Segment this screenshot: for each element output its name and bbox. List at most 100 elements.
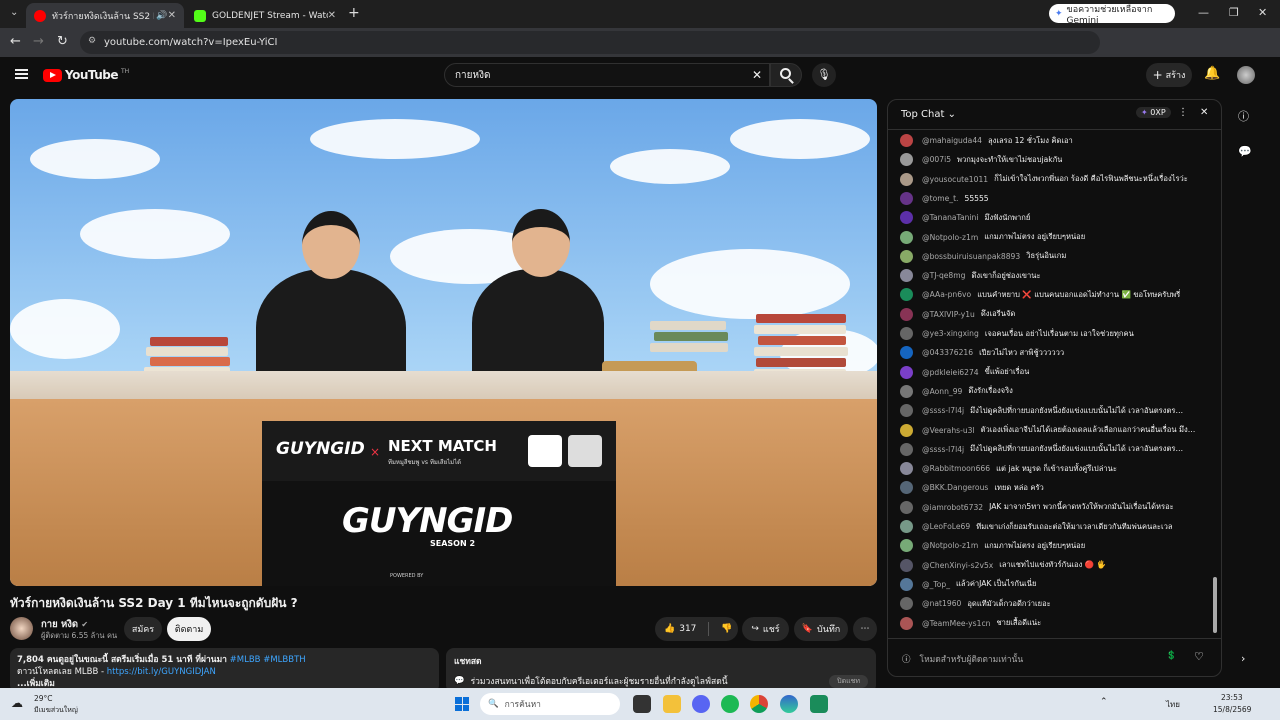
chat-author[interactable]: @ChenXinyi-s2v5x [922,561,993,570]
like-button[interactable]: 👍 317 [664,624,696,634]
chat-avatar[interactable] [900,346,913,360]
side-chat-icon[interactable]: 💬 [1238,145,1252,158]
discord-icon[interactable] [692,695,710,713]
language-indicator[interactable]: ไทย [1166,698,1180,711]
edge-icon[interactable] [780,695,798,713]
chat-author[interactable]: @bossbuiruisuanpak8893 [922,252,1020,261]
chat-avatar[interactable] [900,230,913,244]
chat-avatar[interactable] [900,384,913,398]
chat-avatar[interactable] [900,269,913,283]
notifications-bell-icon[interactable]: 🔔 [1204,66,1220,81]
subscribe-button[interactable]: ติดตาม [167,617,211,641]
chat-author[interactable]: @mahaiguda44 [922,136,982,145]
tab-goldenjet[interactable]: GOLDENJET Stream - Watch Liv ✕ [186,3,344,28]
back-icon[interactable]: ← [10,34,21,49]
chat-avatar[interactable] [900,481,913,495]
close-window-icon[interactable]: ✕ [1258,6,1267,19]
chat-author[interactable]: @Aonn_99 [922,387,962,396]
chat-author[interactable]: @nat1960 [922,599,961,608]
new-tab-button[interactable]: + [348,5,360,21]
chat-avatar[interactable] [900,500,913,514]
chat-author[interactable]: @TananaTanini [922,213,978,222]
chat-avatar[interactable] [900,597,913,611]
maximize-icon[interactable]: ❐ [1229,6,1239,19]
chat-author[interactable]: @pdkleiei6274 [922,368,979,377]
app-icon[interactable] [810,695,828,713]
description-box[interactable]: 7,804 คนดูอยู่ในขณะนี้ สตรีมเริ่มเมื่อ 5… [10,648,439,693]
chat-scrollbar[interactable] [1213,577,1217,633]
chat-avatar[interactable] [900,307,913,321]
chat-author[interactable]: @Notpolo-z1m [922,233,978,242]
start-button[interactable] [455,697,469,711]
description-link[interactable]: https://bit.ly/GUYNGIDJAN [107,667,216,677]
url-bar[interactable]: ⚙ youtube.com/watch?v=IpexEu-YiCI [80,31,1100,54]
chat-avatar[interactable] [900,404,913,418]
search-button[interactable] [770,63,802,87]
chat-avatar[interactable] [900,616,913,630]
search-input[interactable]: กายหงิด ✕ [444,63,770,87]
chat-avatar[interactable] [900,211,913,225]
chat-author[interactable]: @AAa-pn6vo [922,290,971,299]
chat-avatar[interactable] [900,539,913,553]
chat-avatar[interactable] [900,288,913,302]
chrome-icon[interactable] [750,695,768,713]
tray-chevron-icon[interactable]: ⌃ [1100,697,1108,707]
chat-avatar[interactable] [900,462,913,476]
chat-author[interactable]: @ye3-xingxing [922,329,979,338]
more-actions-button[interactable]: ⋯ [853,617,877,641]
chat-author[interactable]: @_Top_ [922,580,950,589]
chat-avatar[interactable] [900,249,913,263]
join-button[interactable]: สมัคร [124,617,162,641]
video-player[interactable]: GUYNGID × NEXT MATCH ทีมหมูสีชมพู vs ทีม… [10,99,877,586]
create-button[interactable]: + สร้าง [1146,63,1192,87]
minimize-icon[interactable]: — [1198,6,1209,19]
youtube-logo[interactable]: YouTube TH [43,68,129,82]
taskbar-search[interactable]: 🔍 การค้นหา [480,693,620,715]
chat-author[interactable]: @tome_t. [922,194,958,203]
reload-icon[interactable]: ↻ [57,34,68,49]
close-chat-button[interactable]: ปิดแชท [829,674,868,688]
info-icon[interactable]: ⓘ [902,653,911,665]
chat-author[interactable]: @TAXIVIP-y1u [922,310,975,319]
spotify-icon[interactable] [721,695,739,713]
xp-badge[interactable]: ✦ 0XP [1136,107,1171,118]
chat-author[interactable]: @ssss-l7l4j [922,406,964,415]
save-button[interactable]: 🔖 บันทึก [794,617,848,641]
info-panel-icon[interactable]: ⓘ [1238,108,1249,124]
chat-avatar[interactable] [900,134,913,147]
tab-search-icon[interactable]: ⌄ [10,7,18,18]
forward-icon[interactable]: → [33,34,44,49]
chat-avatar[interactable] [900,327,913,340]
chat-more-icon[interactable]: ⋮ [1178,107,1188,118]
file-explorer-icon[interactable] [663,695,681,713]
share-button[interactable]: ↪ แชร์ [742,617,789,641]
chat-author[interactable]: @TJ-qe8mg [922,271,965,280]
close-tab-icon[interactable]: ✕ [168,10,176,21]
chat-author[interactable]: @yousocute1011 [922,175,988,184]
super-chat-icon[interactable]: 💲 [1166,651,1177,661]
chat-author[interactable]: @Notpolo-z1m [922,541,978,550]
chat-author[interactable]: @Veerahs-u3l [922,426,975,435]
tab-youtube[interactable]: ทัวร์กายหงิดเงินล้าน SS2 Day 1 🔊 ✕ [26,3,184,28]
chat-author[interactable]: @TeamMee-ys1cn [922,619,990,628]
menu-icon[interactable] [15,69,28,79]
chat-author[interactable]: @iamrobot6732 [922,503,983,512]
clock-time[interactable]: 23:53 [1221,693,1243,702]
chat-avatar[interactable] [900,442,913,456]
chat-author[interactable]: @043376216 [922,348,973,357]
chat-author[interactable]: @LeoFoLe69 [922,522,970,531]
chat-close-icon[interactable]: ✕ [1200,107,1208,118]
avatar[interactable] [1237,66,1255,84]
chat-avatar[interactable] [900,423,913,437]
chat-author[interactable]: @ssss-l7l4j [922,445,964,454]
close-tab-icon[interactable]: ✕ [328,10,336,21]
clear-search-icon[interactable]: ✕ [752,68,762,82]
chat-avatar[interactable] [900,520,913,533]
chat-avatar[interactable] [900,172,913,186]
site-info-icon[interactable]: ⚙ [88,36,96,46]
voice-search-button[interactable]: 🎙 [812,63,836,87]
chat-avatar[interactable] [900,191,913,205]
chat-avatar[interactable] [900,558,913,572]
chat-avatar[interactable] [900,577,913,591]
gemini-button[interactable]: ✦ ขอความช่วยเหลือจาก Gemini [1049,4,1175,26]
